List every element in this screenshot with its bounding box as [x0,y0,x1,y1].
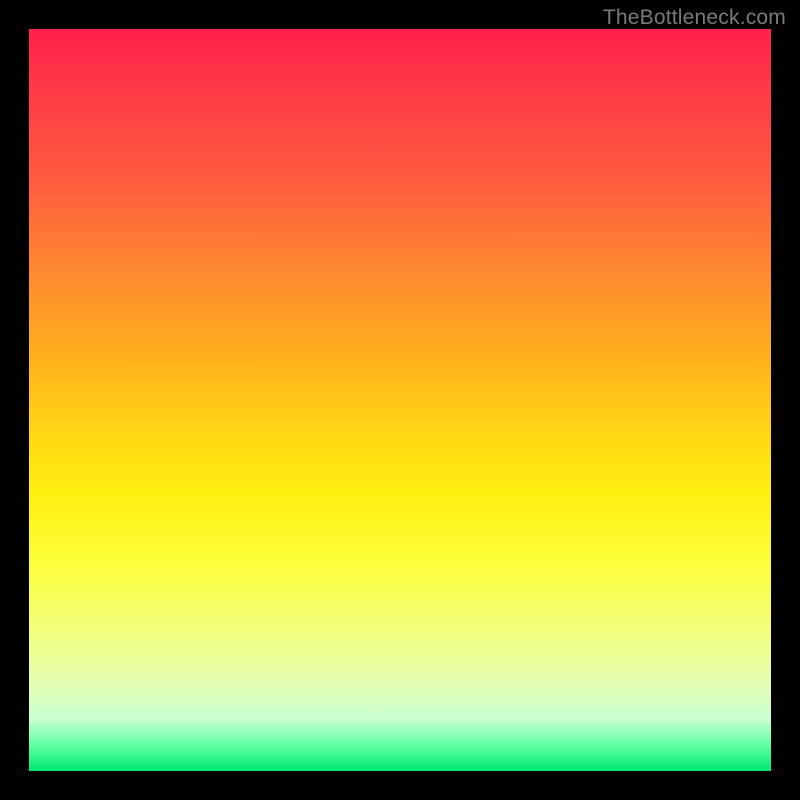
heat-gradient-background [29,29,771,771]
plot-area [29,29,771,771]
outer-frame: TheBottleneck.com [0,0,800,800]
watermark-label: TheBottleneck.com [603,6,786,30]
